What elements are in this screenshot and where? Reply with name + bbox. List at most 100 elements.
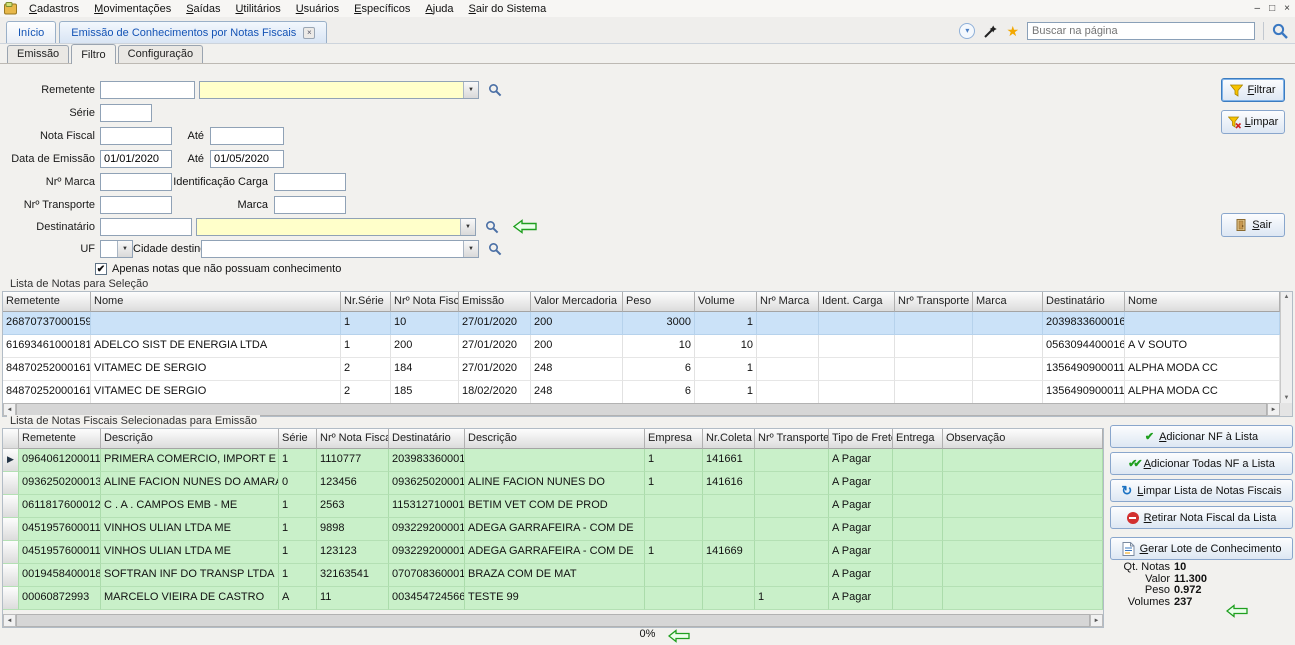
column-header[interactable]: Valor Mercadoria bbox=[531, 292, 623, 312]
scroll-right-icon[interactable]: ► bbox=[1090, 614, 1103, 627]
menu-especificos[interactable]: Específicos bbox=[347, 2, 417, 16]
favorites-star-icon[interactable]: ★ bbox=[1006, 23, 1019, 40]
tab-close-icon[interactable]: × bbox=[303, 27, 315, 39]
table-row[interactable]: 00194584000183SOFTRAN INF DO TRANSP LTDA… bbox=[3, 564, 1103, 587]
table-row[interactable]: 00060872993MARCELO VIEIRA DE CASTROA1100… bbox=[3, 587, 1103, 610]
subtab-filtro[interactable]: Filtro bbox=[71, 44, 115, 64]
remetente-code-input[interactable] bbox=[100, 81, 195, 99]
data-emissao-ate-input[interactable] bbox=[210, 150, 284, 168]
column-header[interactable]: Nrº Marca bbox=[757, 292, 819, 312]
subtab-configuracao[interactable]: Configuração bbox=[118, 45, 203, 63]
column-header[interactable]: Nrº Transporte bbox=[755, 429, 829, 449]
cidade-destino-combo[interactable]: ▼ bbox=[201, 240, 479, 258]
scroll-up-icon[interactable]: ▲ bbox=[1284, 294, 1290, 300]
menu-ajuda[interactable]: Ajuda bbox=[418, 2, 460, 16]
menu-usuarios[interactable]: Usuários bbox=[289, 2, 346, 16]
table-row[interactable]: ▶09640612000113PRIMERA COMERCIO, IMPORT … bbox=[3, 449, 1103, 472]
column-header[interactable]: Descrição bbox=[101, 429, 279, 449]
scrollbar-thumb[interactable] bbox=[16, 614, 1090, 627]
close-icon[interactable]: × bbox=[1284, 3, 1290, 14]
column-header[interactable]: Emissão bbox=[459, 292, 531, 312]
adicionar-todas-nf-button[interactable]: ✔✔ Adicionar Todas NF a Lista bbox=[1110, 452, 1293, 475]
table-row[interactable]: 04519576000110VINHOS ULIAN LTDA ME198980… bbox=[3, 518, 1103, 541]
destinatario-combo[interactable]: ▼ bbox=[196, 218, 476, 236]
column-header[interactable]: Remetente bbox=[19, 429, 101, 449]
uf-combo[interactable]: ▼ bbox=[100, 240, 133, 258]
cidade-lookup-icon[interactable] bbox=[488, 242, 502, 256]
column-header[interactable]: Nr.Coleta bbox=[703, 429, 755, 449]
remetente-combo[interactable]: ▼ bbox=[199, 81, 479, 99]
menu-utilitarios[interactable]: Utilitários bbox=[228, 2, 287, 16]
dropdown-arrow-icon[interactable]: ▼ bbox=[117, 241, 132, 257]
table-cell bbox=[943, 564, 1103, 587]
column-header[interactable]: Volume bbox=[695, 292, 757, 312]
table-row[interactable]: 09362502000137ALINE FACION NUNES DO AMAR… bbox=[3, 472, 1103, 495]
column-header[interactable]: Nome bbox=[91, 292, 341, 312]
column-header[interactable]: Nrº Nota Fiscal bbox=[391, 292, 459, 312]
table-row[interactable]: 84870252000161VITAMEC DE SERGIO218427/01… bbox=[3, 358, 1280, 381]
column-header[interactable]: Destinatário bbox=[389, 429, 465, 449]
nr-transporte-input[interactable] bbox=[100, 196, 172, 214]
wand-icon[interactable] bbox=[983, 24, 998, 39]
column-header[interactable]: Peso bbox=[623, 292, 695, 312]
column-header[interactable]: Empresa bbox=[645, 429, 703, 449]
destinatario-lookup-icon[interactable] bbox=[485, 220, 499, 234]
nota-fiscal-ate-input[interactable] bbox=[210, 127, 284, 145]
column-header[interactable]: Entrega bbox=[893, 429, 943, 449]
retirar-nf-button[interactable]: Retirar Nota Fiscal da Lista bbox=[1110, 506, 1293, 529]
limpar-button[interactable]: Limpar bbox=[1221, 110, 1285, 134]
selection-vscrollbar[interactable]: ▲ ▼ bbox=[1280, 292, 1292, 403]
search-icon[interactable] bbox=[1272, 23, 1289, 40]
maximize-icon[interactable]: □ bbox=[1269, 3, 1275, 14]
table-row[interactable]: 84870252000161VITAMEC DE SERGIO218518/02… bbox=[3, 381, 1280, 403]
dropdown-arrow-icon[interactable]: ▼ bbox=[460, 219, 475, 235]
menu-saidas[interactable]: Saídas bbox=[179, 2, 227, 16]
emission-hscrollbar[interactable]: ◄ ► bbox=[3, 614, 1103, 627]
menu-sair-do-sistema[interactable]: Sair do Sistema bbox=[462, 2, 554, 16]
page-search-input[interactable] bbox=[1027, 22, 1255, 40]
tab-inicio[interactable]: Início bbox=[6, 21, 56, 43]
minimize-icon[interactable]: – bbox=[1255, 3, 1261, 14]
remetente-lookup-icon[interactable] bbox=[488, 83, 502, 97]
column-header[interactable]: Descrição bbox=[465, 429, 645, 449]
gerar-lote-button[interactable]: Gerar Lote de Conhecimento bbox=[1110, 537, 1293, 560]
menu-movimentacoes[interactable]: Movimentações bbox=[87, 2, 178, 16]
column-header[interactable]: Nrº Transporte bbox=[895, 292, 973, 312]
subtab-emissao[interactable]: Emissão bbox=[7, 45, 69, 63]
column-header[interactable]: Marca bbox=[973, 292, 1043, 312]
table-row[interactable]: 2687073700015911027/01/20202003000120398… bbox=[3, 312, 1280, 335]
destinatario-code-input[interactable] bbox=[100, 218, 192, 236]
scroll-right-icon[interactable]: ► bbox=[1267, 403, 1280, 416]
column-header[interactable]: Série bbox=[279, 429, 317, 449]
column-header[interactable]: Nome bbox=[1125, 292, 1280, 312]
limpar-lista-button[interactable]: ↻ Limpar Lista de Notas Fiscais bbox=[1110, 479, 1293, 502]
column-header[interactable]: Ident. Carga bbox=[819, 292, 895, 312]
column-header[interactable]: Remetente bbox=[3, 292, 91, 312]
panel-toggle-icon[interactable]: ▾ bbox=[959, 23, 975, 39]
adicionar-nf-button[interactable]: ✔ Adicionar NF à Lista bbox=[1110, 425, 1293, 448]
scroll-left-icon[interactable]: ◄ bbox=[3, 614, 16, 627]
serie-input[interactable] bbox=[100, 104, 152, 122]
column-header[interactable]: Nr.Série bbox=[341, 292, 391, 312]
column-header[interactable]: Destinatário bbox=[1043, 292, 1125, 312]
table-row[interactable]: 06118176000129C . A . CAMPOS EMB - ME125… bbox=[3, 495, 1103, 518]
tab-emissao-conhecimentos[interactable]: Emissão de Conhecimentos por Notas Fisca… bbox=[59, 21, 327, 43]
menu-cadastros[interactable]: Cadastros bbox=[22, 2, 86, 16]
marca-input[interactable] bbox=[274, 196, 346, 214]
sair-button[interactable]: Sair bbox=[1221, 213, 1285, 237]
column-header[interactable]: Nrº Nota Fiscal bbox=[317, 429, 389, 449]
table-cell: ALPHA MODA CC bbox=[1125, 381, 1280, 403]
filtrar-button[interactable]: Filtrar bbox=[1221, 78, 1285, 102]
scroll-down-icon[interactable]: ▼ bbox=[1284, 395, 1290, 401]
data-emissao-de-input[interactable] bbox=[100, 150, 172, 168]
table-row[interactable]: 04519576000110VINHOS ULIAN LTDA ME112312… bbox=[3, 541, 1103, 564]
dropdown-arrow-icon[interactable]: ▼ bbox=[463, 82, 478, 98]
column-header[interactable]: Tipo de Frete bbox=[829, 429, 893, 449]
dropdown-arrow-icon[interactable]: ▼ bbox=[463, 241, 478, 257]
column-header[interactable]: Observação bbox=[943, 429, 1103, 449]
apenas-checkbox[interactable]: ✔ bbox=[95, 263, 107, 275]
table-row[interactable]: 61693461000181ADELCO SIST DE ENERGIA LTD… bbox=[3, 335, 1280, 358]
nr-marca-input[interactable] bbox=[100, 173, 172, 191]
identificacao-carga-input[interactable] bbox=[274, 173, 346, 191]
nota-fiscal-de-input[interactable] bbox=[100, 127, 172, 145]
